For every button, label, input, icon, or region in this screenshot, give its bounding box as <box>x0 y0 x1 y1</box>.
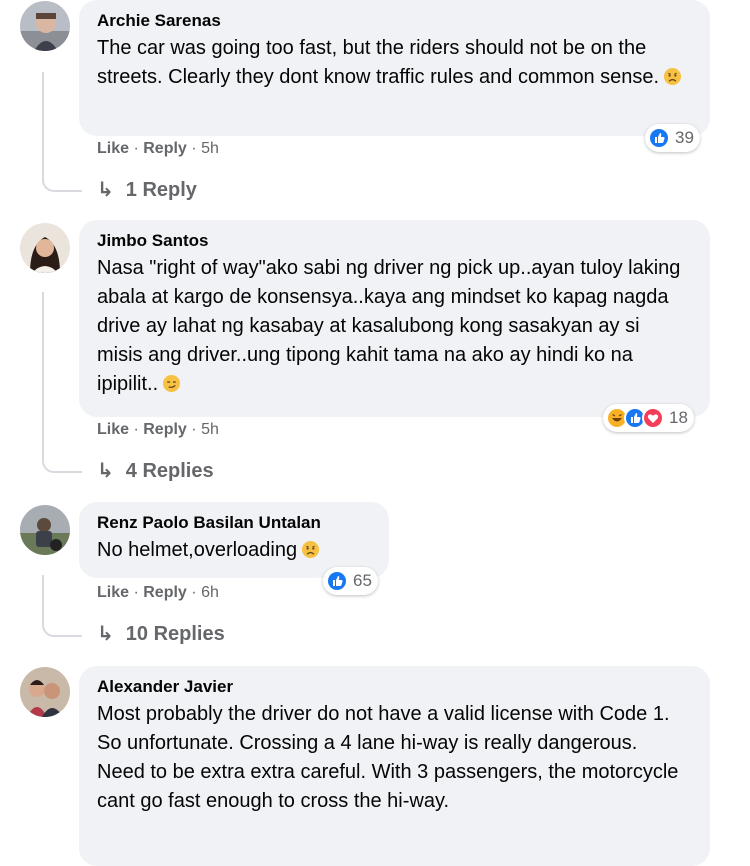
reaction-count: 18 <box>669 408 688 427</box>
like-link[interactable]: Like <box>97 584 129 601</box>
sad-face-emoji <box>302 540 320 559</box>
comment-text: Most probably the driver do not have a v… <box>97 703 679 812</box>
separator: · <box>191 140 197 157</box>
reply-link[interactable]: Reply <box>143 421 187 438</box>
comment-actions: Like · Reply · 6h <box>97 584 219 602</box>
reaction-summary[interactable]: 18 <box>603 404 694 432</box>
separator: · <box>133 421 139 438</box>
comment-author[interactable]: Alexander Javier <box>97 676 690 698</box>
comment-time[interactable]: 5h <box>201 140 219 157</box>
avatar[interactable] <box>20 505 70 555</box>
comment-author[interactable]: Renz Paolo Basilan Untalan <box>97 512 369 534</box>
view-replies-button[interactable]: ↳ 10 Replies <box>97 621 225 646</box>
avatar[interactable] <box>20 667 70 717</box>
view-replies-button[interactable]: ↳ 1 Reply <box>97 177 197 202</box>
reaction-summary[interactable]: 65 <box>323 567 378 595</box>
reply-arrow-icon: ↳ <box>97 623 114 645</box>
replies-label: 1 Reply <box>125 179 197 201</box>
comment-text: Nasa "right of way"ako sabi ng driver ng… <box>97 257 681 395</box>
comment-actions: Like · Reply · 5h <box>97 140 219 158</box>
comment-actions: Like · Reply · 5h <box>97 421 219 439</box>
reply-link[interactable]: Reply <box>143 584 187 601</box>
comment-time[interactable]: 6h <box>201 584 219 601</box>
thread-line <box>42 292 82 473</box>
like-icon <box>326 570 348 592</box>
separator: · <box>133 140 139 157</box>
thread-line <box>42 575 82 637</box>
reaction-count: 65 <box>353 571 372 590</box>
smirk-face-emoji <box>163 374 181 393</box>
comment-author[interactable]: Archie Sarenas <box>97 10 690 32</box>
separator: · <box>133 584 139 601</box>
reply-arrow-icon: ↳ <box>97 179 114 201</box>
separator: · <box>191 421 197 438</box>
reaction-count: 39 <box>675 128 694 147</box>
avatar[interactable] <box>20 223 70 273</box>
comment-time[interactable]: 5h <box>201 421 219 438</box>
separator: · <box>191 584 197 601</box>
like-icon <box>648 127 670 149</box>
view-replies-button[interactable]: ↳ 4 Replies <box>97 458 214 483</box>
comment-bubble: Alexander Javier Most probably the drive… <box>79 666 710 866</box>
replies-label: 4 Replies <box>125 460 214 482</box>
like-link[interactable]: Like <box>97 140 129 157</box>
comment-bubble: Archie Sarenas The car was going too fas… <box>79 0 710 136</box>
replies-label: 10 Replies <box>125 623 225 645</box>
reply-link[interactable]: Reply <box>143 140 187 157</box>
avatar[interactable] <box>20 1 70 51</box>
thread-line <box>42 72 82 192</box>
reply-arrow-icon: ↳ <box>97 460 114 482</box>
comment-text: No helmet,overloading <box>97 536 369 565</box>
like-link[interactable]: Like <box>97 421 129 438</box>
comment-author[interactable]: Jimbo Santos <box>97 230 690 252</box>
love-icon <box>642 407 664 429</box>
reaction-summary[interactable]: 39 <box>645 124 700 152</box>
comment-bubble: Jimbo Santos Nasa "right of way"ako sabi… <box>79 220 710 417</box>
comment-text: The car was going too fast, but the ride… <box>97 34 690 92</box>
sad-face-emoji <box>664 67 682 86</box>
